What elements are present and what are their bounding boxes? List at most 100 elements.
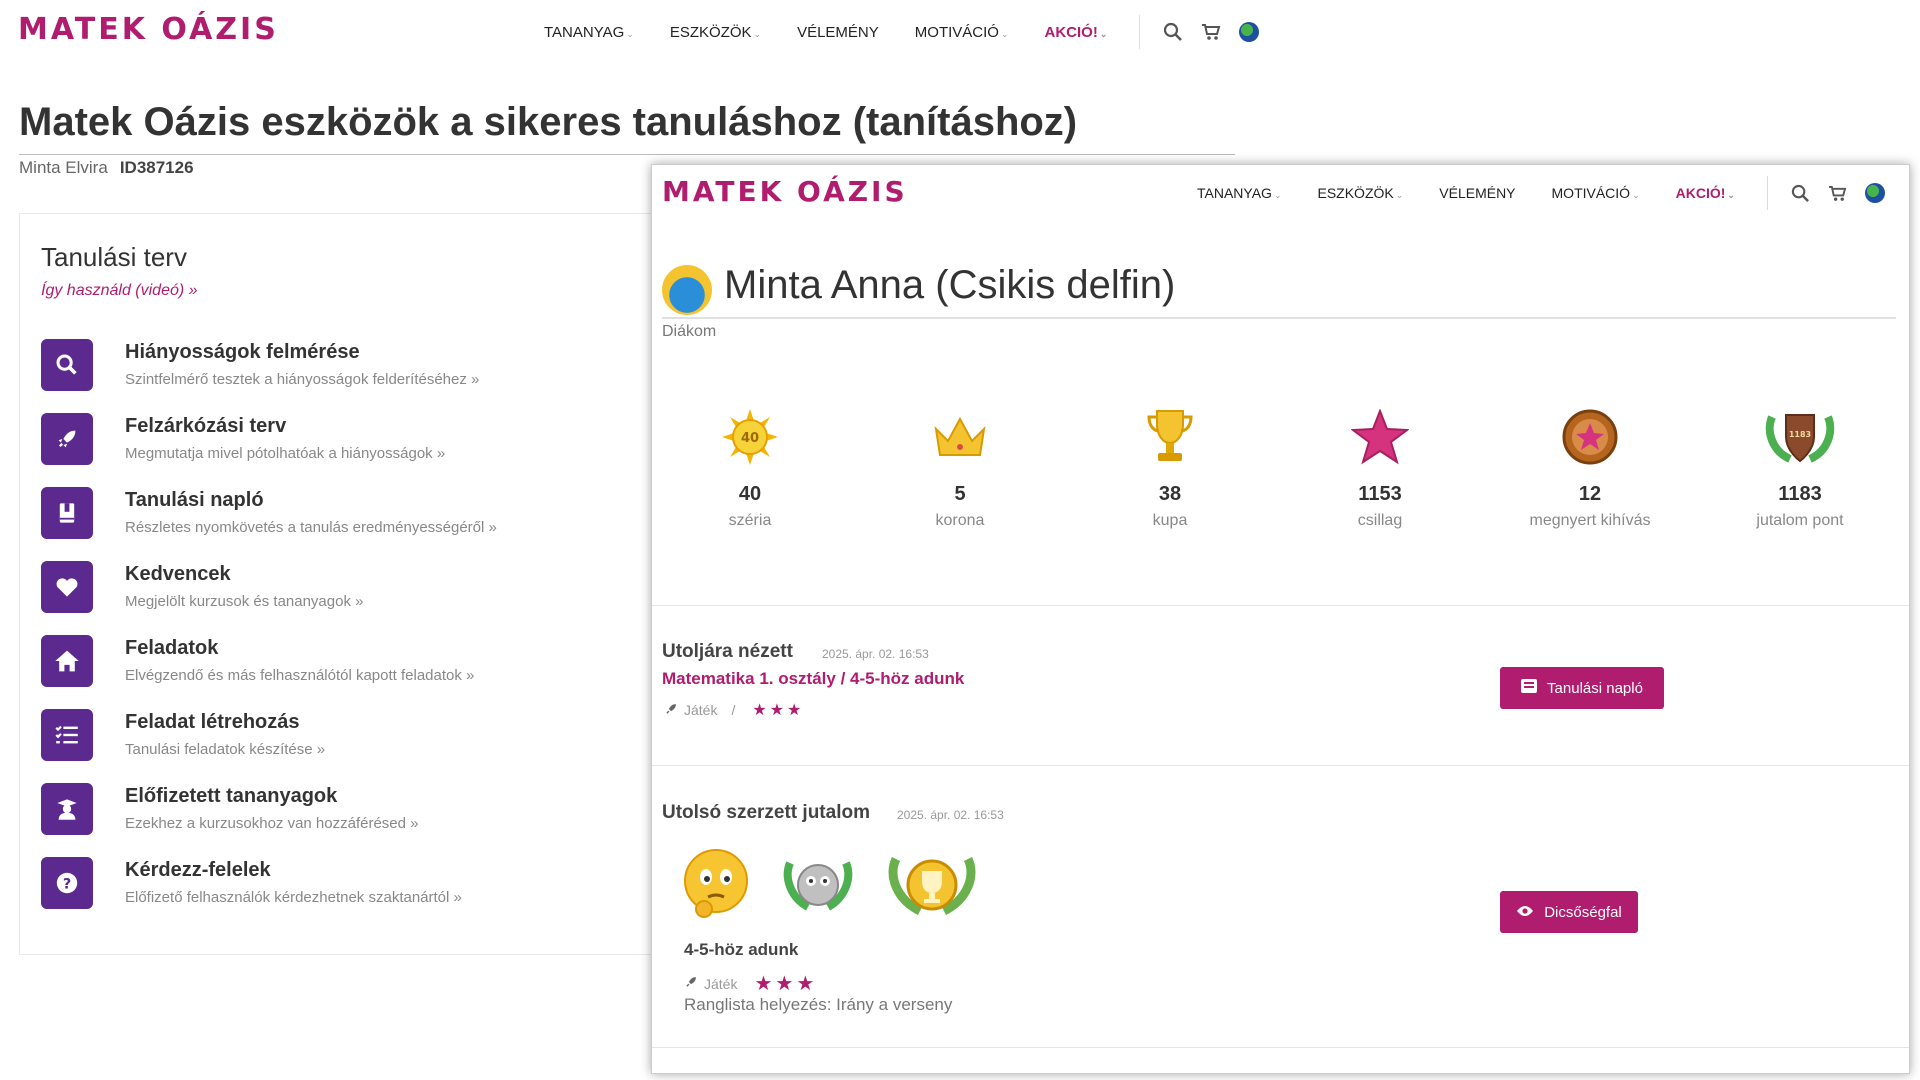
chevron-down-icon: ⌄	[1727, 190, 1735, 200]
nav-tananyag[interactable]: TANANYAG ⌄	[544, 24, 634, 41]
plan-item-title: Kedvencek	[125, 563, 231, 585]
main-nav: TANANYAG ⌄ ESZKÖZÖK ⌄ VÉLEMÉNY MOTIVÁCIÓ ⌄ …	[526, 15, 1268, 49]
video-link[interactable]: Így használd (videó) »	[41, 282, 198, 300]
stat-value: 38	[1158, 483, 1182, 505]
plan-item-title: Feladatok	[125, 637, 219, 659]
plan-item-desc[interactable]: Elvégzendő és más felhasználótól kapott …	[125, 667, 474, 684]
chevron-down-icon: ⌄	[1395, 190, 1404, 200]
nav-akcio[interactable]: AKCIÓ! ⌄	[1676, 185, 1735, 201]
nav-motivacio[interactable]: MOTIVÁCIÓ ⌄	[915, 24, 1009, 41]
nav-eszkozok[interactable]: ESZKÖZÖK ⌄	[670, 24, 761, 41]
content-type: Játék	[704, 975, 738, 992]
chevron-down-icon: ⌄	[1632, 190, 1640, 200]
star-icon: ★	[754, 973, 773, 995]
plan-item-letrehozas[interactable]: Feladat létrehozás Tanulási feladatok ké…	[41, 709, 681, 765]
chevron-down-icon: ⌄	[1273, 190, 1282, 200]
stat-label: jutalom pont	[1756, 512, 1844, 529]
challenge-medal-icon	[1500, 405, 1680, 469]
plan-item-naplo[interactable]: Tanulási napló Részletes nyomkövetés a t…	[41, 487, 681, 543]
globe-icon[interactable]	[1864, 183, 1885, 203]
eye-icon	[1516, 904, 1534, 921]
nav-tananyag[interactable]: TANANYAG ⌄	[1197, 185, 1281, 201]
star-icon: ★	[787, 702, 802, 719]
nav-label: VÉLEMÉNY	[1439, 185, 1516, 201]
last-award-title: Utolsó szerzett jutalom	[662, 802, 870, 823]
stat-label: megnyert kihívás	[1529, 512, 1651, 529]
nav-velemeny[interactable]: VÉLEMÉNY	[1439, 185, 1515, 201]
plan-item-kerdezz[interactable]: ? Kérdezz-felelek Előfizető felhasználók…	[41, 857, 681, 913]
content-type: Játék	[684, 702, 718, 718]
plan-item-felmeres[interactable]: Hiányosságok felmérése Szintfelmérő tesz…	[41, 339, 681, 395]
nav-velemeny[interactable]: VÉLEMÉNY	[797, 24, 879, 41]
user-name: Minta Elvira	[19, 158, 108, 177]
plan-item-desc[interactable]: Megjelölt kurzusok és tananyagok »	[125, 593, 363, 610]
stat-label: csillag	[1357, 512, 1403, 529]
stat-csillag: 1153 csillag	[1290, 405, 1470, 530]
stat-value: 1153	[1358, 483, 1402, 505]
stat-szeria: 40 40 széria	[660, 405, 840, 530]
last-award-meta: Játék ★ ★ ★	[684, 971, 814, 996]
nav-akcio[interactable]: AKCIÓ! ⌄	[1045, 24, 1108, 41]
heart-icon	[41, 561, 93, 613]
page-title: Matek Oázis eszközök a sikeres tanulásho…	[19, 100, 1078, 144]
learning-log-button[interactable]: Tanulási napló	[1500, 667, 1664, 709]
plan-item-title: Kérdezz-felelek	[125, 859, 271, 881]
student-role: Diákom	[662, 323, 717, 340]
star-icon	[1290, 405, 1470, 469]
stat-label: korona	[935, 512, 985, 529]
student-profile-window: MATEK OÁZIS TANANYAG ⌄ ESZKÖZÖK ⌄ VÉLEMÉNY…	[651, 164, 1910, 1074]
search-icon[interactable]	[1791, 184, 1810, 203]
trophy-icon	[1080, 405, 1260, 469]
book-icon	[41, 487, 93, 539]
plan-item-elofizetett[interactable]: Előfizetett tananyagok Ezekhez a kurzuso…	[41, 783, 681, 839]
chevron-down-icon: ⌄	[1099, 28, 1108, 39]
chevron-down-icon: ⌄	[1000, 28, 1009, 39]
last-award-date: 2025. ápr. 02. 16:53	[897, 808, 1004, 822]
stat-value: 12	[1578, 483, 1602, 505]
plan-item-desc[interactable]: Előfizető felhasználók kérdezhetnek szak…	[125, 889, 462, 906]
rank-text: Ranglista helyezés: Irány a verseny	[684, 995, 953, 1014]
plan-item-desc[interactable]: Ezekhez a kurzusokhoz van hozzáférésed »	[125, 815, 419, 832]
star-icon: ★	[769, 702, 785, 719]
stat-kihivas: 12 megnyert kihívás	[1500, 405, 1680, 530]
cart-icon[interactable]	[1201, 23, 1221, 41]
nav-label: MOTIVÁCIÓ	[914, 23, 999, 41]
nav-label: ESZKÖZÖK	[1317, 185, 1394, 201]
chevron-down-icon: ⌄	[753, 28, 762, 39]
graduate-icon	[41, 783, 93, 835]
user-id: ID387126	[119, 158, 194, 177]
nav-motivacio[interactable]: MOTIVÁCIÓ ⌄	[1552, 185, 1640, 201]
crown-icon	[870, 405, 1050, 469]
plan-item-desc[interactable]: Szintfelmérő tesztek a hiányosságok feld…	[125, 371, 479, 388]
hall-of-fame-button[interactable]: Dicsőségfal	[1500, 891, 1638, 933]
plan-item-felzarkozas[interactable]: Felzárkózási terv Megmutatja mivel pótol…	[41, 413, 681, 469]
logo[interactable]: MATEK OÁZIS	[18, 12, 279, 47]
sun-badge-icon: 40	[660, 405, 840, 469]
rocket-icon	[684, 975, 698, 992]
stat-jutalom: 1183 1183 jutalom pont	[1710, 405, 1890, 530]
rocket-icon	[664, 702, 678, 719]
logo[interactable]: MATEK OÁZIS	[662, 175, 908, 208]
stat-kupa: 38 kupa	[1080, 405, 1260, 530]
stat-korona: 5 korona	[870, 405, 1050, 530]
globe-icon[interactable]	[1239, 22, 1260, 42]
plan-item-desc[interactable]: Részletes nyomkövetés a tanulás eredmény…	[125, 519, 497, 536]
nav-label: VÉLEMÉNY	[797, 23, 879, 41]
search-icon[interactable]	[1163, 22, 1183, 42]
stat-value: 5	[954, 483, 966, 505]
cart-icon[interactable]	[1828, 185, 1847, 202]
thinking-emoji-icon	[682, 847, 750, 924]
plan-item-kedvencek[interactable]: Kedvencek Megjelölt kurzusok és tananyag…	[41, 561, 681, 617]
plan-item-title: Előfizetett tananyagok	[125, 785, 338, 807]
plan-item-desc[interactable]: Megmutatja mivel pótolhatóak a hiányossá…	[125, 445, 445, 462]
nav-eszkozok[interactable]: ESZKÖZÖK ⌄	[1317, 185, 1403, 201]
plan-item-desc[interactable]: Tanulási feladatok készítése »	[125, 741, 325, 758]
plan-item-feladatok[interactable]: Feladatok Elvégzendő és más felhasználót…	[41, 635, 681, 691]
task-list-icon	[41, 709, 93, 761]
nav-label: MOTIVÁCIÓ	[1551, 185, 1631, 201]
last-viewed-link[interactable]: Matematika 1. osztály / 4-5-höz adunk	[662, 669, 964, 689]
student-name: Minta Anna (Csikis delfin)	[724, 263, 1176, 307]
button-label: Dicsőségfal	[1544, 903, 1622, 921]
laurel-shield-icon: 1183	[1710, 405, 1890, 469]
award-item-name: 4-5-höz adunk	[684, 940, 799, 959]
